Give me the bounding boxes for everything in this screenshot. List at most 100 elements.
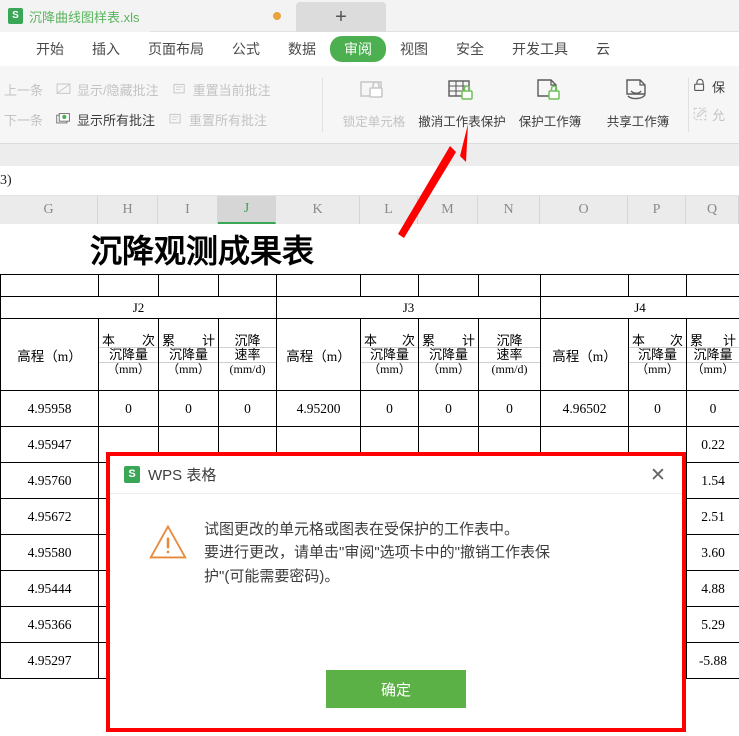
cell-j2-current[interactable]: 0 [98, 390, 159, 427]
cell-j2-elevation[interactable]: 4.95444 [0, 570, 99, 607]
warning-triangle-icon [149, 524, 187, 559]
share-workbook-button[interactable]: 共享工作簿 [594, 68, 682, 140]
dialog-title-bar: WPS 表格 ✕ [110, 456, 682, 494]
cell-j4-cumulative[interactable]: 3.60 [686, 534, 739, 571]
reset-all-comments-button[interactable]: 重置所有批注 [167, 110, 267, 129]
tab-cloud[interactable]: 云 [582, 36, 624, 62]
wps-spreadsheet-icon [124, 466, 140, 483]
cell-j4-elevation[interactable]: 4.96502 [540, 390, 629, 427]
header-rate-j3: 沉降 速率 (mm/d) [478, 318, 541, 391]
reset-current-comment-icon [173, 83, 185, 93]
formula-bar-strip [0, 144, 739, 166]
column-header-p[interactable]: P [628, 196, 686, 224]
new-tab-button[interactable]: + [296, 2, 386, 32]
show-all-comments-button[interactable]: 显示所有批注 [55, 110, 155, 129]
tab-review[interactable]: 审阅 [330, 36, 386, 62]
cell-j2-elevation[interactable]: 4.95958 [0, 390, 99, 427]
hdr-text: 累 [162, 332, 176, 348]
table-column-header-row: 高程（m） 本次 沉降量 （mm） 累计 沉降量 （mm） 沉降 速率 (mm/… [0, 318, 739, 391]
protect-workbook-button[interactable]: 保护工作簿 [506, 68, 594, 140]
lock-cell-label: 锁定单元格 [342, 115, 406, 129]
reset-current-comment-button[interactable]: 重置当前批注 [171, 80, 271, 99]
cell-j4-cumulative[interactable]: -5.88 [686, 642, 739, 679]
tab-page-layout[interactable]: 页面布局 [134, 36, 218, 62]
tab-view[interactable]: 视图 [386, 36, 442, 62]
cell-j2-rate[interactable]: 0 [218, 390, 277, 427]
column-header-q[interactable]: Q [686, 196, 739, 224]
cell-j3-cumulative[interactable]: 0 [418, 390, 479, 427]
hdr-text: 本 [364, 332, 378, 348]
tab-dev-tools[interactable]: 开发工具 [498, 36, 582, 62]
column-header-g[interactable]: G [0, 196, 98, 224]
document-tab-title: 沉降曲线图样表.xls [29, 9, 140, 25]
column-header-l[interactable]: L [360, 196, 418, 224]
column-header-h[interactable]: H [98, 196, 158, 224]
hdr-text: 次 [669, 332, 683, 348]
cell-j2-elevation[interactable]: 4.95580 [0, 534, 99, 571]
close-icon[interactable]: ✕ [648, 465, 668, 485]
lock-cell-icon [360, 81, 383, 98]
reset-current-comment-label: 重置当前批注 [192, 82, 271, 98]
allow-edit-label: 允 [712, 107, 726, 123]
hdr-text: 次 [141, 332, 155, 348]
ribbon-separator-2 [688, 78, 689, 132]
cell-j4-cumulative[interactable]: 0 [686, 390, 739, 427]
cell-j4-cumulative[interactable]: 0.22 [686, 426, 739, 463]
allow-edit-button[interactable]: 允 [692, 100, 739, 128]
cell-j2-elevation[interactable]: 4.95297 [0, 642, 99, 679]
cell-j2-cumulative[interactable]: 0 [158, 390, 219, 427]
document-tab[interactable]: 沉降曲线图样表.xls [0, 0, 150, 32]
cell-j4-cumulative[interactable]: 4.88 [686, 570, 739, 607]
unprotect-sheet-button[interactable]: 撤消工作表保护 [418, 68, 506, 140]
reset-all-comments-label: 重置所有批注 [189, 112, 268, 128]
tab-start[interactable]: 开始 [22, 36, 78, 62]
table-row[interactable]: 4.95958 0 0 0 4.95200 0 0 0 4.96502 0 0 [0, 390, 739, 427]
cell-j4-cumulative[interactable]: 1.54 [686, 462, 739, 499]
plus-icon: + [335, 6, 347, 28]
column-header-i[interactable]: I [158, 196, 218, 224]
header-current-settlement-j3: 本 次 沉降量 （mm） [360, 318, 419, 391]
hdr-text: 计 [201, 332, 215, 348]
header-cumulative-settlement-j3: 累 计 沉降量 （mm） [418, 318, 479, 391]
pencil-edit-icon [693, 107, 707, 121]
lock-cell-button[interactable]: 锁定单元格 [330, 68, 418, 140]
prev-comment-label: 上一条 [4, 82, 44, 98]
column-header-o[interactable]: O [540, 196, 628, 224]
formula-input-value: 3) [0, 172, 12, 188]
column-header-j[interactable]: J [218, 196, 276, 224]
cell-j4-cumulative[interactable]: 2.51 [686, 498, 739, 535]
cell-j4-current[interactable]: 0 [628, 390, 687, 427]
cell-j2-elevation[interactable]: 4.95672 [0, 498, 99, 535]
column-header-k[interactable]: K [276, 196, 360, 224]
unprotect-sheet-icon [448, 80, 473, 100]
column-header-m[interactable]: M [418, 196, 478, 224]
protect-option-button[interactable]: 保 [692, 72, 739, 100]
tab-formula[interactable]: 公式 [218, 36, 274, 62]
prev-comment-button[interactable]: 上一条 [4, 80, 43, 99]
ok-button[interactable]: 确定 [326, 670, 466, 708]
table-blank-row [0, 274, 739, 297]
column-header-n[interactable]: N [478, 196, 540, 224]
share-workbook-label: 共享工作簿 [606, 115, 670, 129]
cell-j2-elevation[interactable]: 4.95947 [0, 426, 99, 463]
cell-j4-cumulative[interactable]: 5.29 [686, 606, 739, 643]
group-header-j3: J3 [276, 296, 541, 319]
protected-sheet-dialog: WPS 表格 ✕ 试图更改的单元格或图表在受保护的工作表中。 要进行更改，请单击… [110, 456, 682, 728]
cell-j3-rate[interactable]: 0 [478, 390, 541, 427]
hdr-text: （mm） [629, 361, 686, 376]
hdr-text: 次 [401, 332, 415, 348]
ribbon-group-comments: 上一条 显示/隐藏批注 重置当前批注 下一条 显示所有批注 重置所有批注 [0, 70, 322, 140]
cell-j3-elevation[interactable]: 4.95200 [276, 390, 361, 427]
tab-data[interactable]: 数据 [274, 36, 330, 62]
hdr-text: 沉降量 [687, 347, 739, 362]
tab-security[interactable]: 安全 [442, 36, 498, 62]
show-all-comments-icon [56, 112, 70, 123]
tab-insert[interactable]: 插入 [78, 36, 134, 62]
hdr-text: （mm） [687, 361, 739, 376]
cell-j3-current[interactable]: 0 [360, 390, 419, 427]
next-comment-button[interactable]: 下一条 [4, 110, 43, 129]
show-hide-comment-button[interactable]: 显示/隐藏批注 [55, 80, 159, 99]
cell-j2-elevation[interactable]: 4.95760 [0, 462, 99, 499]
cell-j2-elevation[interactable]: 4.95366 [0, 606, 99, 643]
formula-bar[interactable]: 3) [0, 166, 739, 196]
